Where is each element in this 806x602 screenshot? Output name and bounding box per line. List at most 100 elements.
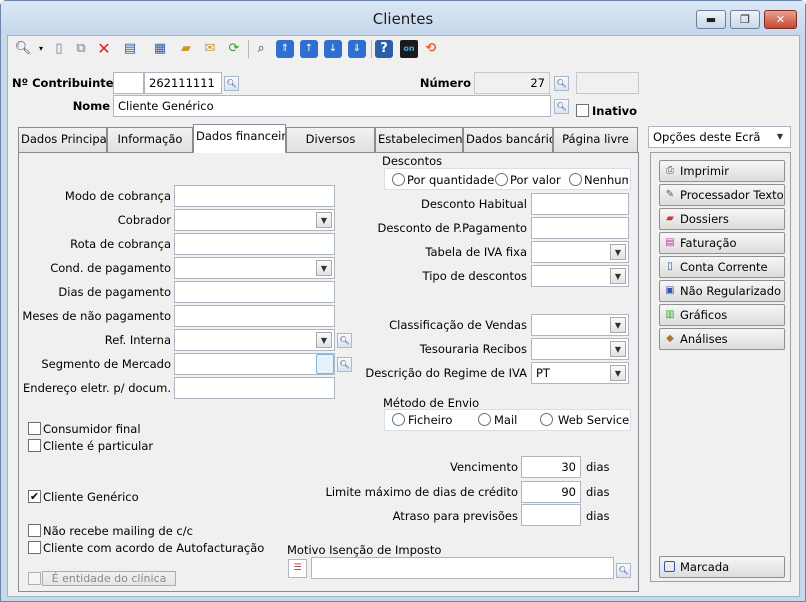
classificacao-vendas-select[interactable]: ▼ (531, 314, 629, 336)
ref-interna-select[interactable]: ▼ (174, 329, 335, 351)
last-icon[interactable]: ⇓ (348, 40, 366, 58)
opcoes-ecra-select[interactable]: Opções deste Ecrã ▼ (648, 126, 791, 148)
radio-nenhum-label: Nenhum (584, 173, 628, 187)
preview-icon[interactable]: ⌕ (252, 40, 270, 58)
properties-icon[interactable]: ▤ (121, 40, 139, 58)
numero-field[interactable]: 27 (474, 72, 550, 94)
on-icon[interactable]: on (400, 40, 418, 58)
numero-lookup-icon[interactable]: 🔍︎ (554, 76, 569, 91)
next-icon[interactable]: ↓ (324, 40, 342, 58)
cond-pagamento-select[interactable]: ▼ (174, 257, 335, 279)
help-icon[interactable]: ? (375, 40, 393, 58)
dossiers-button[interactable]: ▰ Dossiers (659, 208, 785, 230)
cliente-generico-checkbox[interactable]: ✔ (28, 490, 41, 503)
first-icon[interactable]: ⇑ (276, 40, 294, 58)
nao-recebe-mailing-checkbox[interactable] (28, 524, 41, 537)
meses-nao-pagamento-field[interactable] (174, 305, 335, 327)
tab-pagina-livre[interactable]: Página livre (553, 127, 638, 152)
vencimento-label: Vencimento (450, 460, 518, 474)
close-button[interactable]: ✕ (764, 10, 797, 29)
delete-icon[interactable]: ✕ (95, 40, 113, 58)
chevron-down-icon[interactable]: ▼ (772, 129, 788, 145)
imprimir-button[interactable]: ⎙ Imprimir (659, 160, 785, 182)
dossiers-label: Dossiers (680, 212, 729, 226)
chevron-down-icon[interactable]: ▼ (610, 244, 626, 260)
motivo-isencao-field[interactable] (311, 557, 614, 579)
contribuinte-prefix-field[interactable] (113, 72, 144, 94)
chevron-down-icon[interactable]: ▼ (316, 332, 332, 348)
list-icon[interactable]: ☰ (288, 559, 307, 578)
refresh-icon[interactable]: ⟳ (225, 40, 243, 58)
chevron-down-icon[interactable]: ▼ (610, 365, 626, 381)
lookup-icon[interactable]: 🔍︎ (224, 76, 239, 91)
open-folder-icon[interactable]: ▰ (177, 40, 195, 58)
export-icon[interactable]: ✉ (201, 40, 219, 58)
segmento-mercado-field[interactable] (174, 353, 335, 375)
minimize-button[interactable]: ▬ (696, 10, 726, 29)
tab-dados-principais[interactable]: Dados Principais (18, 127, 107, 152)
nao-regularizado-button[interactable]: ▣ Não Regularizado (659, 280, 785, 302)
processador-texto-button[interactable]: ✎ Processador Texto (659, 184, 785, 206)
chevron-down-icon[interactable]: ▼ (610, 268, 626, 284)
conta-corrente-label: Conta Corrente (680, 260, 768, 274)
consumidor-final-checkbox[interactable] (28, 422, 41, 435)
unsettled-icon: ▣ (665, 285, 675, 296)
radio-web-service[interactable] (540, 413, 553, 426)
rota-cobranca-field[interactable] (174, 233, 335, 255)
desconto-pp-field[interactable] (531, 217, 629, 239)
desconto-habitual-field[interactable] (531, 193, 629, 215)
motivo-lookup-icon[interactable]: 🔍︎ (616, 563, 631, 578)
inativo-checkbox[interactable] (576, 104, 589, 117)
dropdown-arrow-icon[interactable]: ▾ (32, 40, 50, 58)
dias-pagamento-field[interactable] (174, 281, 335, 303)
atraso-previsoes-field[interactable] (521, 504, 581, 526)
tipo-descontos-label: Tipo de descontos (422, 269, 527, 283)
nome-field[interactable]: Cliente Genérico (113, 95, 551, 117)
tab-informacao[interactable]: Informação (107, 127, 193, 152)
modo-cobranca-field[interactable] (174, 185, 335, 207)
regime-iva-select[interactable]: PT ▼ (531, 362, 629, 384)
radio-ficheiro[interactable] (392, 413, 405, 426)
nome-lookup-icon[interactable]: 🔍︎ (554, 99, 569, 114)
faturacao-button[interactable]: ▤ Faturação (659, 232, 785, 254)
graficos-button[interactable]: ▥ Gráficos (659, 304, 785, 326)
search-icon[interactable]: 🔍︎ (14, 40, 32, 58)
cliente-particular-checkbox[interactable] (28, 439, 41, 452)
radio-por-quantidade[interactable] (392, 173, 405, 186)
conta-corrente-button[interactable]: ▯ Conta Corrente (659, 256, 785, 278)
radio-nenhum[interactable] (569, 173, 582, 186)
copy-icon[interactable]: ⧉ (72, 40, 90, 58)
account-icon: ▯ (667, 261, 673, 272)
tipo-descontos-select[interactable]: ▼ (531, 265, 629, 287)
tesouraria-recibos-select[interactable]: ▼ (531, 338, 629, 360)
chevron-down-icon[interactable]: ▼ (610, 341, 626, 357)
chevron-down-icon[interactable]: ▼ (610, 317, 626, 333)
tab-dados-financeiros[interactable]: Dados financeiros (193, 124, 286, 153)
chevron-down-icon[interactable]: ▼ (316, 260, 332, 276)
contribuinte-field[interactable]: 262111111 (144, 72, 222, 94)
segmento-dropdown-button[interactable] (316, 354, 334, 374)
tab-diversos[interactable]: Diversos (286, 127, 375, 152)
radio-mail[interactable] (478, 413, 491, 426)
cliente-particular-label: Cliente é particular (43, 439, 154, 453)
meses-nao-pagamento-label: Meses de não pagamento (22, 309, 171, 323)
title-bar[interactable]: Clientes ▬ ❐ ✕ (1, 1, 805, 35)
tesouraria-recibos-label: Tesouraria Recibos (419, 342, 527, 356)
tab-dados-bancarios[interactable]: Dados bancários (463, 127, 553, 152)
prev-icon[interactable]: ↑ (300, 40, 318, 58)
chevron-down-icon[interactable]: ▼ (316, 212, 332, 228)
grid-icon[interactable]: ▦ (151, 40, 169, 58)
maximize-button[interactable]: ❐ (730, 10, 760, 29)
analises-button[interactable]: ◆ Análises (659, 328, 785, 350)
sync-icon[interactable]: ⟲ (422, 40, 440, 58)
radio-por-valor[interactable] (495, 173, 508, 186)
cobrador-select[interactable]: ▼ (174, 209, 335, 231)
acordo-autofacturacao-checkbox[interactable] (28, 541, 41, 554)
tabela-iva-select[interactable]: ▼ (531, 241, 629, 263)
endereco-eletr-field[interactable] (174, 377, 335, 399)
tab-estabelecimentos[interactable]: Estabelecimentos (375, 127, 463, 152)
marcada-button[interactable]: Marcada (659, 556, 785, 578)
vencimento-field[interactable]: 30 (521, 456, 581, 478)
new-doc-icon[interactable]: ▯ (50, 40, 68, 58)
limite-credito-field[interactable]: 90 (521, 481, 581, 503)
